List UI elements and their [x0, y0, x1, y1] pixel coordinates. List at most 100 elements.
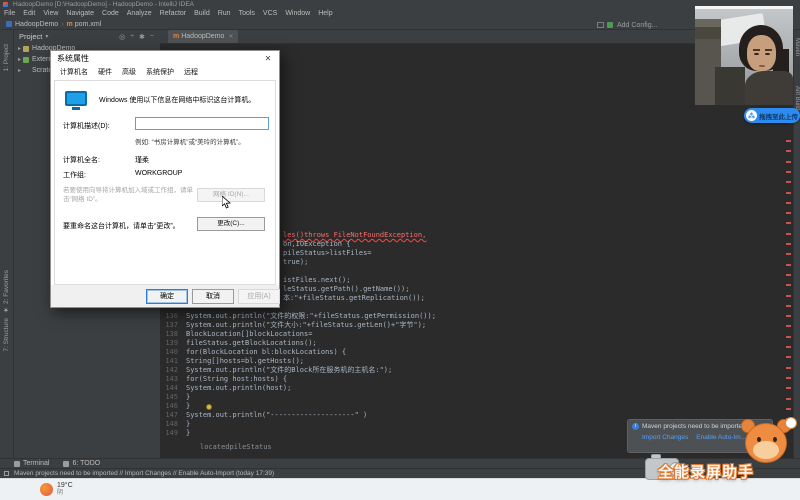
collapse-icon[interactable]: ÷: [130, 33, 134, 41]
dialog-title: 系统属性: [57, 53, 89, 64]
menu-item[interactable]: Help: [314, 9, 336, 19]
tool-stripe-structure[interactable]: 7: Structure: [3, 318, 10, 352]
dialog-tab[interactable]: 硬件: [93, 65, 117, 79]
code-text[interactable]: }: [186, 402, 190, 411]
code-hint-label: locatedpileStatus: [200, 443, 272, 451]
ok-button[interactable]: 确定: [146, 289, 188, 304]
add-configuration-button[interactable]: Add Config...: [617, 22, 657, 29]
menu-item[interactable]: Run: [214, 9, 235, 19]
code-fragments: on,IOException {pileStatus>listFiles=tru…: [283, 240, 425, 303]
code-text[interactable]: fileStatus.getBlockLocations();: [186, 339, 317, 348]
menu-item[interactable]: File: [0, 9, 19, 19]
editor-tab-label: HadoopDemo: [181, 33, 224, 40]
code-fragment: istFiles.next();: [283, 276, 425, 285]
code-text[interactable]: for(String host:hosts) {: [186, 375, 287, 384]
expand-arrow-icon[interactable]: ▸: [18, 56, 21, 63]
code-text[interactable]: System.out.println("文件的Block所在服务机的主机名:")…: [186, 366, 392, 375]
project-panel-title[interactable]: Project: [19, 32, 42, 41]
description-example-hint: 例如: “书房计算机”或“美玲的计算机”。: [135, 136, 245, 146]
menu-item[interactable]: Build: [190, 9, 214, 19]
code-text[interactable]: System.out.println("文件大小:"+fileStatus.ge…: [186, 321, 426, 330]
line-number: 143: [160, 375, 186, 384]
status-message[interactable]: Maven projects need to be imported // Im…: [14, 470, 274, 477]
code-text[interactable]: }: [186, 420, 190, 429]
cancel-button[interactable]: 取消: [192, 289, 234, 304]
menu-item[interactable]: Edit: [19, 9, 39, 19]
intention-bulb-icon[interactable]: [206, 404, 212, 410]
tool-window-button[interactable]: 6: TODO: [63, 460, 100, 467]
code-fragment: [283, 267, 425, 276]
dialog-tab[interactable]: 高级: [117, 65, 141, 79]
menu-item[interactable]: Tools: [235, 9, 259, 19]
menu-item[interactable]: Navigate: [62, 9, 98, 19]
tool-stripe-favorites[interactable]: ★ 2: Favorites: [3, 270, 11, 314]
line-number: 149: [160, 429, 186, 438]
menu-item[interactable]: Refactor: [156, 9, 190, 19]
dialog-tab[interactable]: 远程: [179, 65, 203, 79]
menu-item[interactable]: Window: [281, 9, 314, 19]
tool-window-button[interactable]: Terminal: [14, 460, 49, 467]
system-properties-dialog: 系统属性 ✕ 计算机名硬件高级系统保护远程 Windows 使用以下信息在网络中…: [50, 50, 280, 308]
code-text[interactable]: for(BlockLocation bl:blockLocations) {: [186, 348, 346, 357]
line-number: 136: [160, 312, 186, 321]
code-line: 137 System.out.println("文件大小:"+fileStatu…: [160, 321, 436, 330]
code-text[interactable]: System.out.println("文件的权限:"+fileStatus.g…: [186, 312, 436, 321]
hide-panel-icon[interactable]: −: [150, 33, 154, 41]
upload-drop-button[interactable]: ⁂ 拖拽至此上传: [744, 108, 800, 123]
dialog-tab[interactable]: 计算机名: [55, 65, 93, 79]
menu-item[interactable]: View: [39, 9, 62, 19]
fullname-value: 瑾柔: [135, 155, 149, 165]
settings-gear-icon[interactable]: ✱: [139, 33, 145, 41]
close-icon[interactable]: ✕: [228, 33, 233, 40]
window-titlebar: HadoopDemo [D:\HadoopDemo] - HadoopDemo …: [0, 0, 800, 9]
webcam-furniture: [715, 67, 745, 105]
line-number: 140: [160, 348, 186, 357]
code-line: 149 }: [160, 429, 436, 438]
code-text[interactable]: }: [186, 393, 190, 402]
tool-window-icon: [63, 461, 69, 467]
folder-icon: [23, 57, 29, 63]
dialog-tab[interactable]: 系统保护: [141, 65, 179, 79]
line-number: 142: [160, 366, 186, 375]
menu-item[interactable]: VCS: [259, 9, 281, 19]
code-text[interactable]: String[]hosts=bl.getHosts();: [186, 357, 304, 366]
change-button[interactable]: 更改(C)...: [197, 217, 265, 231]
project-panel-header: Project ▾ ◎ ÷ ✱ −: [14, 30, 160, 43]
code-text[interactable]: BlockLocation[]blockLocations=: [186, 330, 312, 339]
status-icon[interactable]: [4, 471, 9, 476]
dialog-tabs: 计算机名硬件高级系统保护远程: [51, 66, 279, 79]
dialog-intro-text: Windows 使用以下信息在网络中标识这台计算机。: [99, 95, 271, 105]
description-label: 计算机描述(D):: [63, 121, 110, 131]
code-text[interactable]: System.out.println("--------------------…: [186, 411, 367, 420]
close-icon[interactable]: ✕: [257, 51, 279, 66]
editor-tab[interactable]: m HadoopDemo ✕: [168, 30, 238, 43]
code-line: 148 }: [160, 420, 436, 429]
tool-stripe-maven[interactable]: Maven: [794, 38, 800, 56]
locate-icon[interactable]: ◎: [119, 33, 125, 41]
expand-arrow-icon[interactable]: ▸: [18, 45, 21, 52]
import-changes-link[interactable]: Import Changes: [642, 434, 688, 441]
computer-description-input[interactable]: [135, 117, 269, 130]
weather-icon: [40, 483, 53, 496]
breadcrumb-project[interactable]: HadoopDemo: [15, 19, 58, 30]
layout-icon[interactable]: [597, 22, 604, 28]
menubar: FileEditViewNavigateCodeAnalyzeRefactorB…: [0, 9, 800, 19]
code-text[interactable]: }: [186, 429, 190, 438]
network-id-button: 网络 ID(N)...: [197, 188, 265, 202]
taskbar-weather-widget[interactable]: 19°C 阴: [40, 482, 73, 497]
dialog-actions: 确定 取消 应用(A): [51, 285, 279, 307]
tool-stripe-project[interactable]: 1: Project: [3, 44, 10, 71]
expand-arrow-icon[interactable]: ▸: [18, 67, 21, 74]
line-number: 139: [160, 339, 186, 348]
line-number: 138: [160, 330, 186, 339]
breadcrumb-file[interactable]: pom.xml: [75, 19, 101, 30]
code-text[interactable]: System.out.println(host);: [186, 384, 291, 393]
webcam-overlay[interactable]: [695, 6, 793, 105]
wrench-icon[interactable]: [607, 22, 613, 28]
webcam-person-body: [745, 71, 793, 105]
tool-stripe-ant[interactable]: Ant Build: [794, 86, 800, 110]
menu-item[interactable]: Code: [98, 9, 123, 19]
mascot-badge: [785, 417, 797, 429]
line-number: 148: [160, 420, 186, 429]
menu-item[interactable]: Analyze: [123, 9, 156, 19]
